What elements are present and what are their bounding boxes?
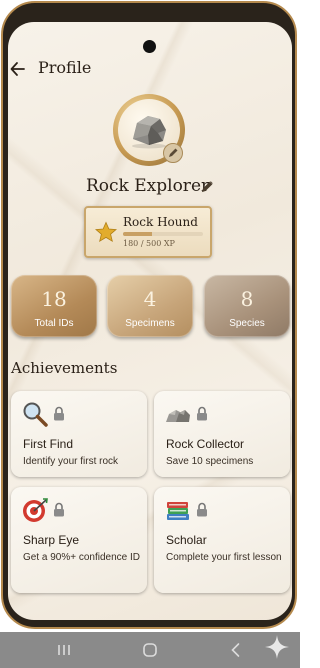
stat-species[interactable]: 8 Species <box>204 275 290 337</box>
target-icon <box>23 498 48 522</box>
achievement-card-scholar[interactable]: Scholar Complete your first lesson <box>154 487 290 593</box>
recent-apps-icon[interactable] <box>54 640 74 660</box>
rank-card: Rock Hound 180 / 500 XP <box>84 206 212 258</box>
back-nav-icon[interactable] <box>226 640 246 660</box>
achievement-title: Scholar <box>166 533 207 547</box>
magnifier-icon <box>23 402 48 427</box>
achievement-title: Sharp Eye <box>23 533 80 547</box>
back-arrow-icon[interactable] <box>10 60 26 78</box>
home-icon[interactable] <box>140 640 160 660</box>
achievement-card-sharp-eye[interactable]: Sharp Eye Get a 90%+ confidence ID <box>11 487 147 593</box>
achievements-heading: Achievements <box>11 359 118 377</box>
system-navigation-bar <box>0 632 300 668</box>
edit-name-pencil-icon[interactable] <box>201 180 214 193</box>
stat-label: Species <box>229 318 265 329</box>
pencil-icon <box>169 148 178 157</box>
xp-progress-fill <box>123 232 152 236</box>
avatar-edit-button[interactable] <box>163 143 183 163</box>
stat-total-ids[interactable]: 18 Total IDs <box>11 275 97 337</box>
lock-icon <box>54 502 64 517</box>
lock-icon <box>197 502 207 517</box>
lock-icon <box>197 406 207 421</box>
profile-name: Rock Explorer <box>86 176 210 196</box>
stat-value: 18 <box>41 287 67 311</box>
stat-label: Total IDs <box>34 318 74 329</box>
stat-value: 4 <box>143 287 157 311</box>
front-camera <box>143 40 156 53</box>
page-title: Profile <box>38 58 92 77</box>
rank-title: Rock Hound <box>123 215 198 229</box>
stat-label: Specimens <box>125 318 175 329</box>
achievement-description: Get a 90%+ confidence ID <box>23 552 141 563</box>
xp-text: 180 / 500 XP <box>123 239 175 248</box>
lock-icon <box>54 406 64 421</box>
achievement-card-rock-collector[interactable]: Rock Collector Save 10 specimens <box>154 391 290 477</box>
stat-value: 8 <box>240 287 254 311</box>
xp-progress-bar <box>123 232 203 236</box>
achievement-description: Complete your first lesson <box>166 552 282 563</box>
achievement-title: Rock Collector <box>166 437 245 451</box>
achievement-description: Save 10 specimens <box>166 456 254 467</box>
rocks-icon <box>166 410 190 422</box>
star-icon <box>95 221 117 243</box>
achievement-card-first-find[interactable]: First Find Identify your first rock <box>11 391 147 477</box>
sparkle-icon[interactable] <box>264 634 290 660</box>
books-icon <box>167 502 189 520</box>
achievement-description: Identify your first rock <box>23 456 119 467</box>
stat-specimens[interactable]: 4 Specimens <box>107 275 193 337</box>
achievement-title: First Find <box>23 437 74 451</box>
